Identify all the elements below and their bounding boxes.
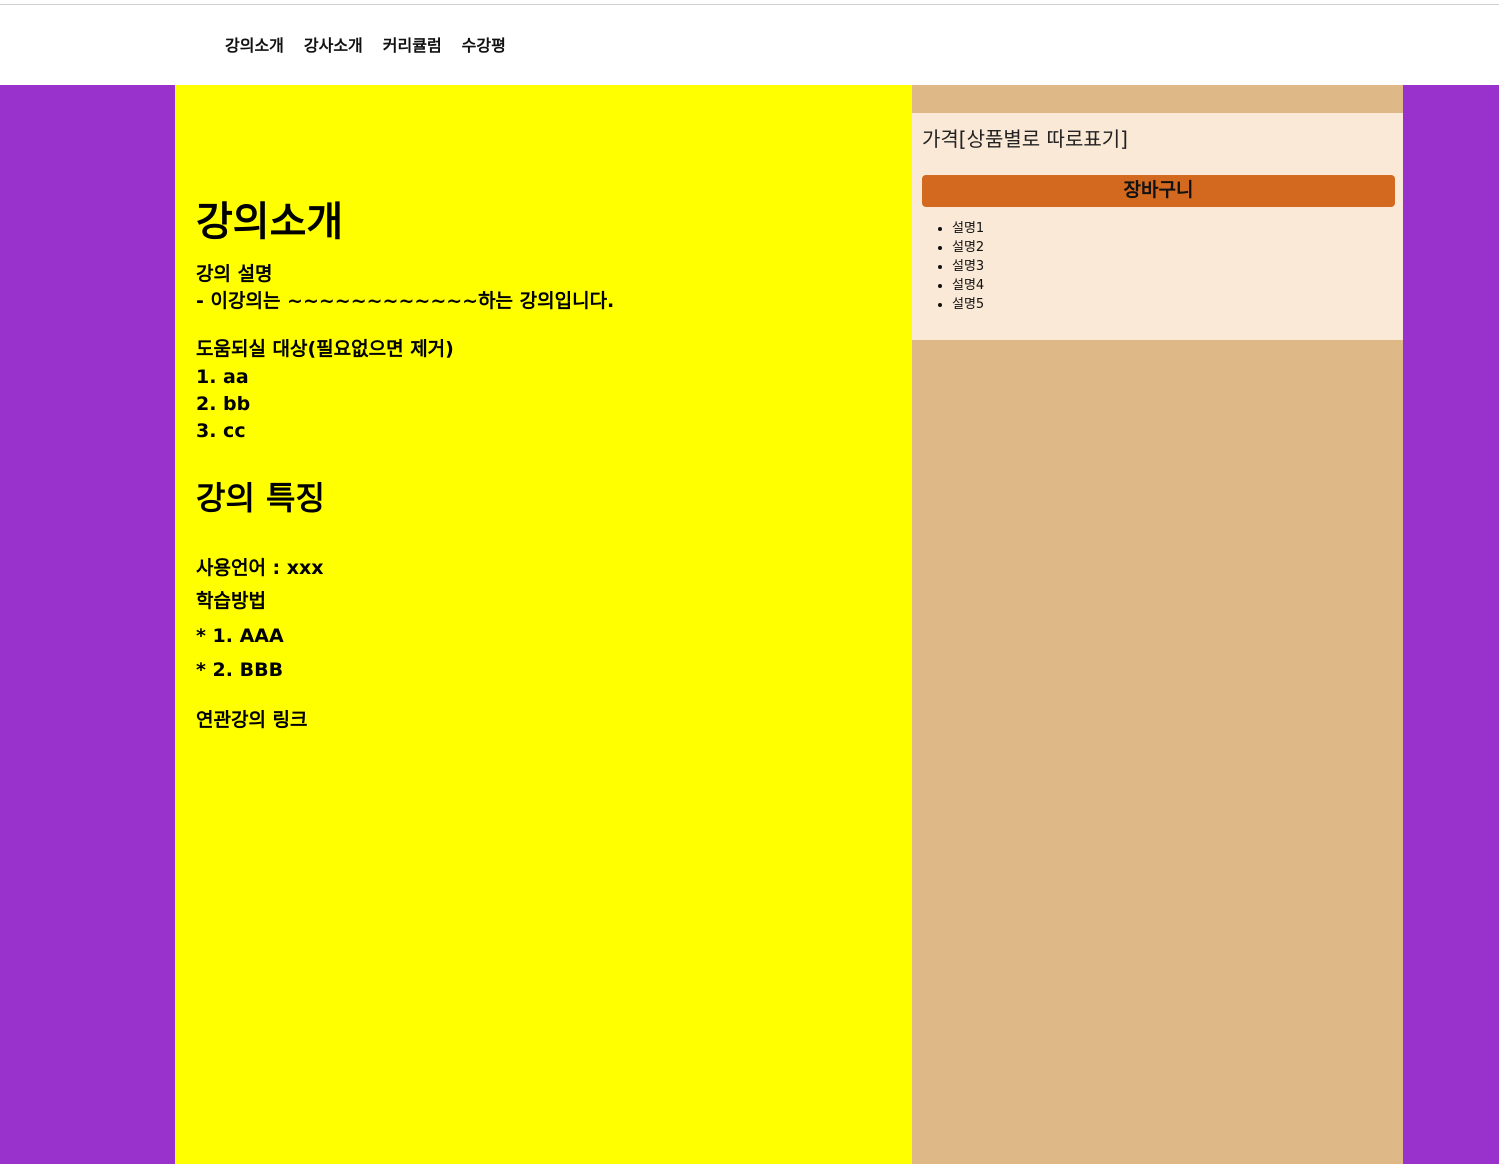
list-item: 설명3 (952, 257, 984, 276)
target-heading: 도움되실 대상(필요없으면 제거) (196, 338, 454, 360)
description-list: 설명1 설명2 설명3 설명4 설명5 (952, 219, 984, 314)
method-item: * 2. BBB (196, 659, 284, 681)
cart-button[interactable]: 장바구니 (922, 175, 1395, 207)
features-title: 강의 특징 (196, 479, 325, 517)
page-title: 강의소개 (196, 199, 344, 245)
nav-item-reviews[interactable]: 수강평 (452, 33, 516, 59)
description-text: - 이강의는 ~~~~~~~~~~~~하는 강의입니다. (196, 290, 615, 312)
method-item: * 1. AAA (196, 625, 284, 647)
description-heading: 강의 설명 (196, 263, 273, 285)
list-item: 설명5 (952, 295, 984, 314)
price-panel: 가격[상품별로 따로표기] 장바구니 설명1 설명2 설명3 설명4 설명5 (912, 113, 1403, 340)
target-item: 2. bb (196, 393, 251, 415)
nav-item-lecture-intro[interactable]: 강의소개 (215, 33, 294, 59)
nav-item-curriculum[interactable]: 커리큘럼 (373, 33, 452, 59)
list-item: 설명1 (952, 219, 984, 238)
list-item: 설명2 (952, 238, 984, 257)
main-content: 강의소개 강의 설명 - 이강의는 ~~~~~~~~~~~~하는 강의입니다. … (175, 85, 912, 1164)
sidebar: 가격[상품별로 따로표기] 장바구니 설명1 설명2 설명3 설명4 설명5 (912, 85, 1403, 1164)
nav-item-instructor-intro[interactable]: 강사소개 (294, 33, 373, 59)
language-text: 사용언어 : xxx (196, 557, 324, 579)
target-item: 1. aa (196, 366, 249, 388)
price-label: 가격[상품별로 따로표기] (922, 127, 1128, 151)
main-nav: 강의소개 강사소개 커리큘럼 수강평 (215, 33, 516, 59)
header: 강의소개 강사소개 커리큘럼 수강평 (0, 5, 1499, 85)
related-link[interactable]: 연관강의 링크 (196, 707, 308, 734)
list-item: 설명4 (952, 276, 984, 295)
method-heading: 학습방법 (196, 590, 266, 612)
target-item: 3. cc (196, 420, 246, 442)
